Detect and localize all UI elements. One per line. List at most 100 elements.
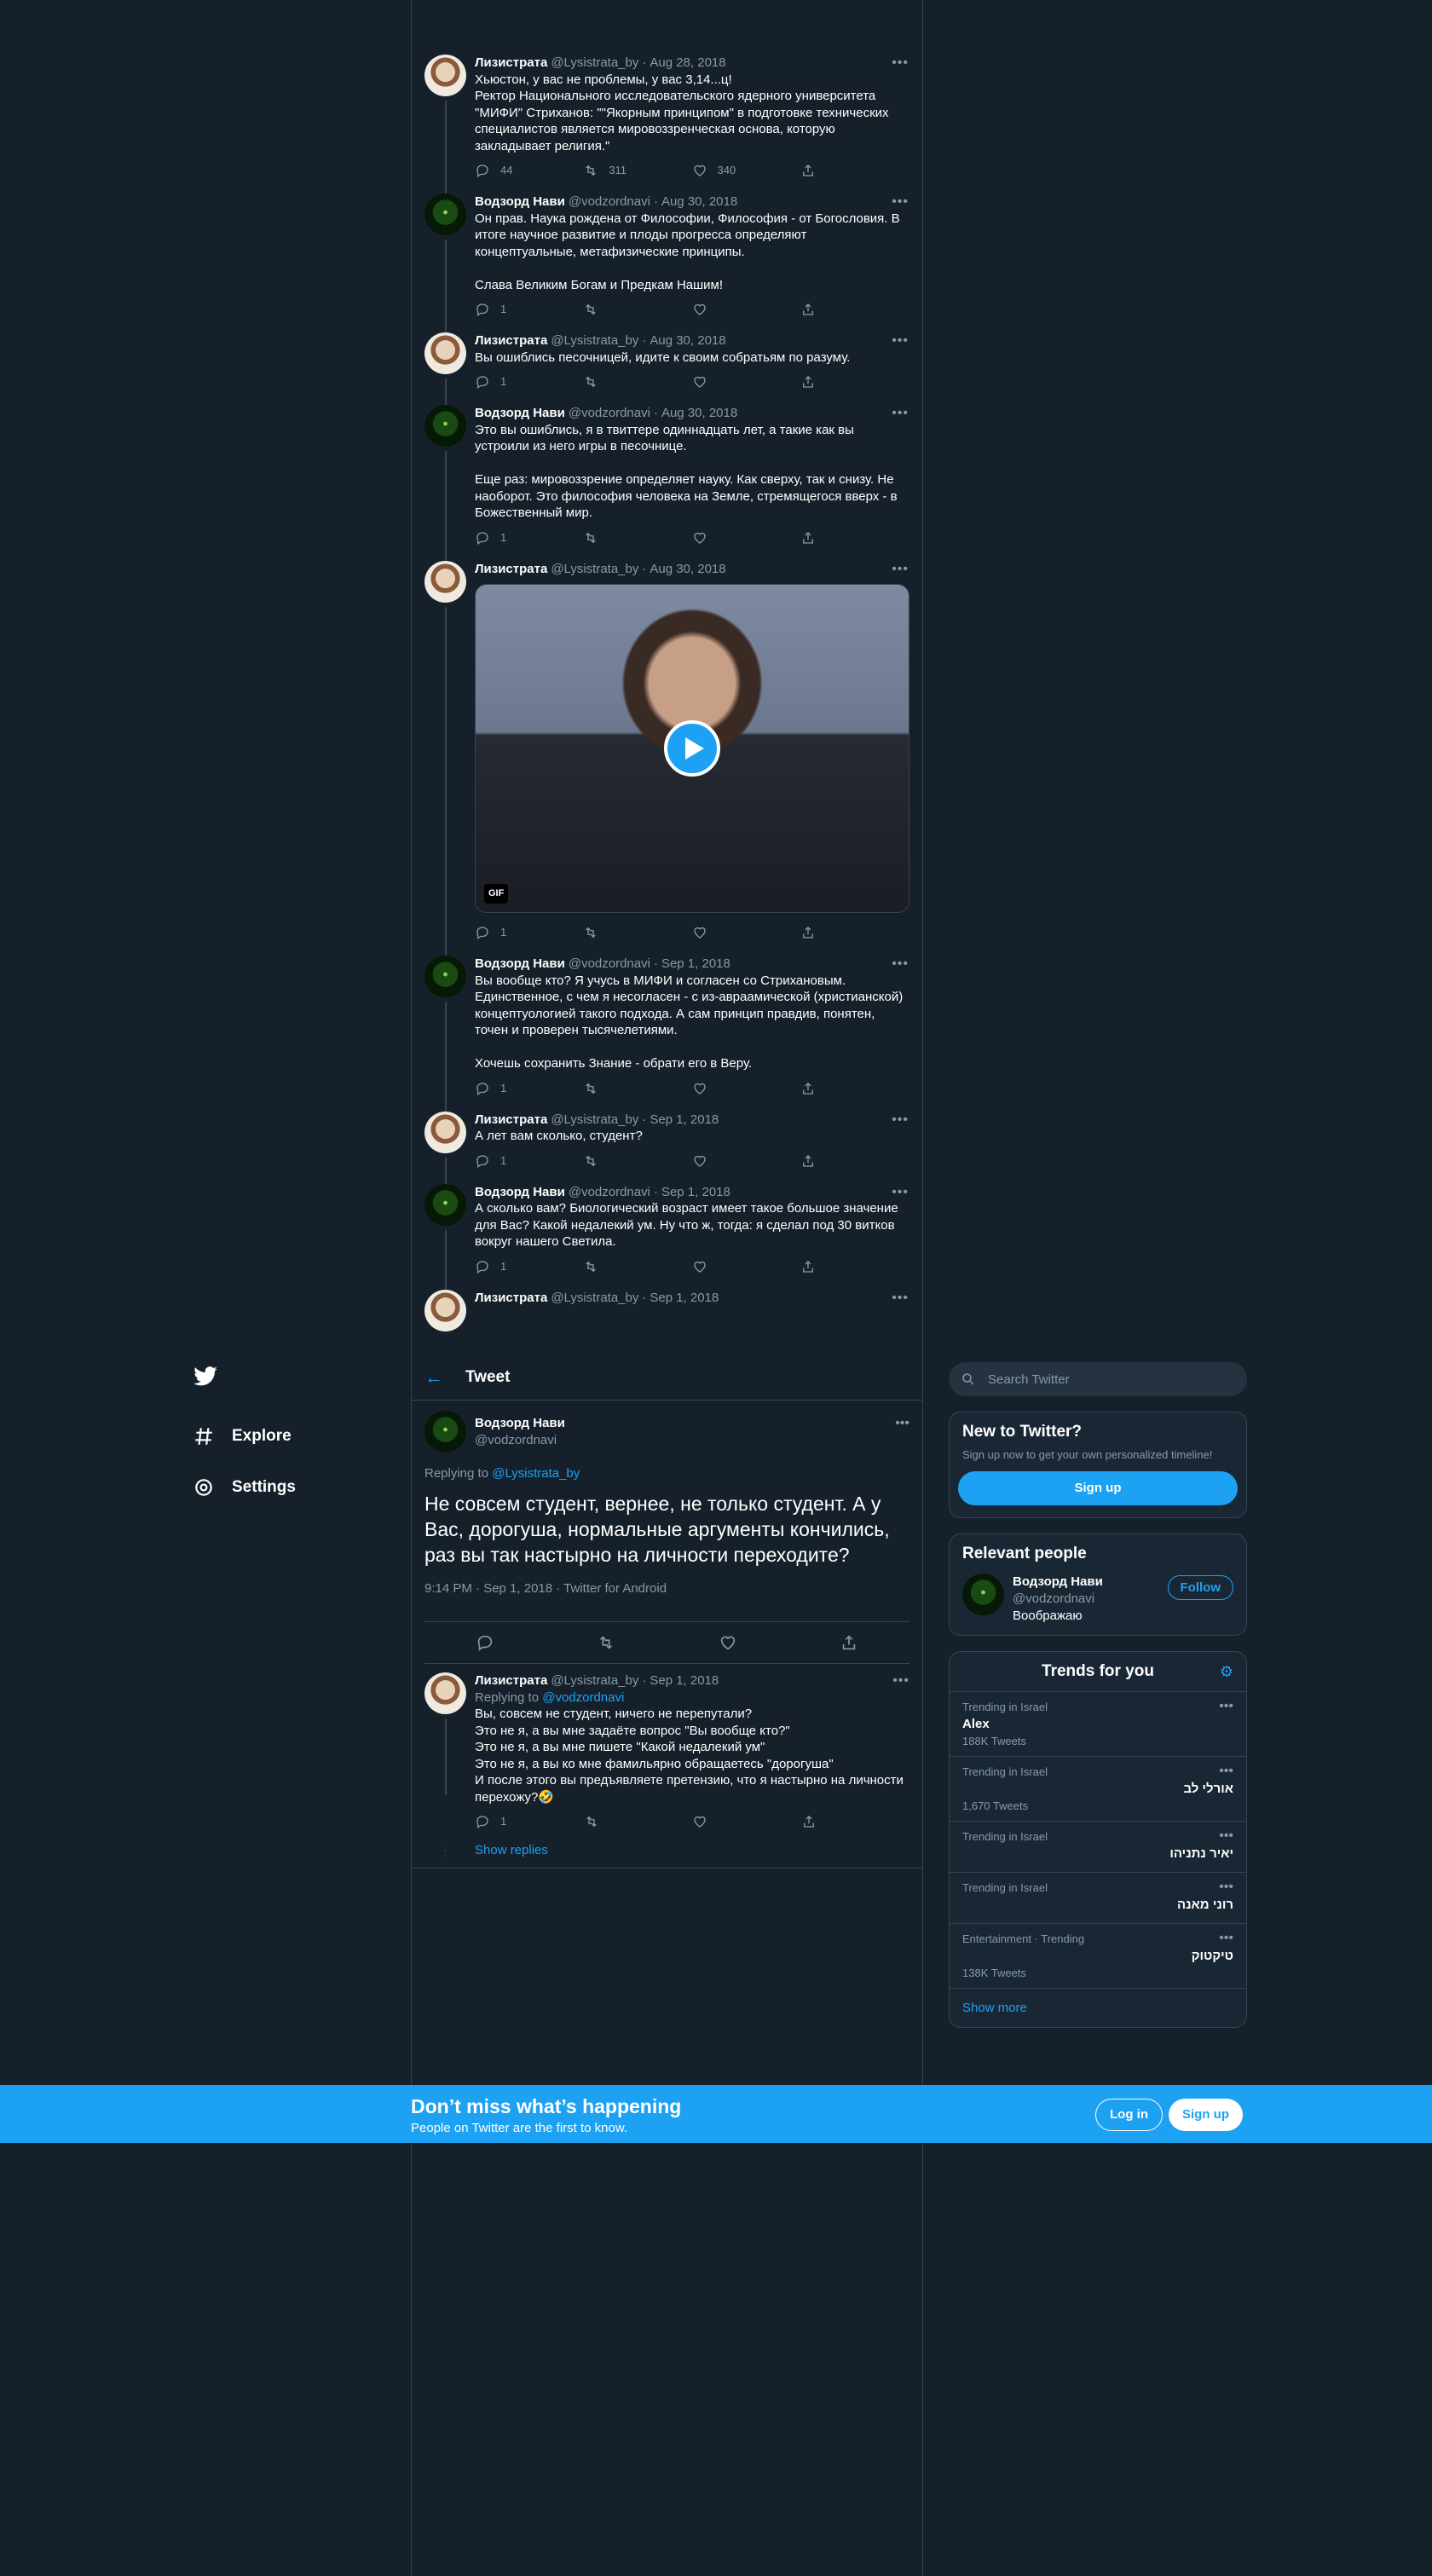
more-options-icon[interactable]: •••	[1219, 1880, 1233, 1895]
author-handle[interactable]: @Lysistrata_by	[551, 561, 638, 578]
avatar[interactable]	[962, 1574, 1004, 1615]
share-icon[interactable]	[840, 1633, 858, 1652]
author-handle[interactable]: @Lysistrata_by	[551, 332, 638, 349]
tweet-date[interactable]: Aug 30, 2018	[650, 561, 725, 578]
avatar[interactable]	[424, 1183, 466, 1226]
more-options-icon[interactable]: •••	[892, 561, 909, 578]
login-button[interactable]: Log in	[1095, 2099, 1163, 2131]
like-button[interactable]	[692, 925, 800, 940]
reply-button[interactable]: 1	[475, 924, 583, 941]
author-name[interactable]: Лизистрата	[475, 55, 547, 72]
show-replies-link[interactable]: · · · Show replies	[411, 1838, 923, 1868]
more-options-icon[interactable]: •••	[892, 193, 909, 211]
retweet-icon[interactable]	[597, 1633, 615, 1652]
retweet-button[interactable]	[583, 374, 691, 390]
trend-item[interactable]: Entertainment · Trending ••• טיקטוק 138K Tw…	[950, 1923, 1246, 1988]
avatar[interactable]	[424, 55, 466, 96]
follow-button[interactable]: Follow	[1167, 1575, 1233, 1600]
author-handle[interactable]: @Lysistrata_by	[551, 1672, 638, 1689]
reply-button[interactable]: 1	[475, 373, 583, 390]
share-button[interactable]	[800, 374, 909, 390]
more-options-icon[interactable]: •••	[1219, 1931, 1233, 1946]
more-options-icon[interactable]: •••	[892, 1184, 909, 1201]
like-button[interactable]: 340	[692, 162, 800, 179]
tweet-date[interactable]: Sep 1, 2018	[661, 956, 730, 973]
author-handle[interactable]: @vodzordnavi	[569, 1184, 650, 1201]
more-options-icon[interactable]: •••	[1219, 1828, 1233, 1844]
reply-button[interactable]: 1	[475, 1080, 583, 1097]
tweet-date[interactable]: Aug 28, 2018	[650, 55, 725, 72]
back-arrow-icon[interactable]: ←	[424, 1366, 443, 1389]
more-options-icon[interactable]: •••	[892, 55, 909, 72]
share-button[interactable]	[800, 925, 909, 940]
like-button[interactable]	[692, 530, 800, 546]
reply-button[interactable]: 1	[475, 1258, 583, 1275]
avatar[interactable]	[424, 332, 466, 374]
retweet-button[interactable]	[583, 530, 691, 546]
retweet-button[interactable]	[583, 1259, 691, 1274]
share-button[interactable]	[800, 1081, 909, 1096]
thread-tweet[interactable]: Лизистрата @Lysistrata_by · Aug 28, 2018 •••…	[411, 48, 922, 193]
like-button[interactable]	[692, 1153, 800, 1169]
avatar[interactable]	[424, 956, 466, 997]
replying-to-link[interactable]: @Lysistrata_by	[492, 1466, 580, 1481]
reply-tweet[interactable]: Лизистрата @Lysistrata_by · Sep 1, 2018 ••• …	[411, 1664, 923, 1838]
retweet-button[interactable]	[584, 1814, 693, 1829]
author-handle[interactable]: @vodzordnavi	[569, 405, 650, 422]
share-button[interactable]	[800, 302, 909, 317]
author-name[interactable]: Лизистрата	[475, 332, 547, 349]
trend-item[interactable]: Trending in Israel ••• Alex 188K Tweets	[950, 1691, 1246, 1756]
more-options-icon[interactable]: •••	[892, 405, 909, 422]
gif-media[interactable]: GIF	[475, 584, 909, 913]
more-options-icon[interactable]: •••	[892, 1290, 909, 1307]
author-name[interactable]: Лизистрата	[475, 1672, 547, 1689]
author-handle[interactable]: @Lysistrata_by	[551, 1290, 638, 1307]
thread-tweet[interactable]: Лизистрата @Lysistrata_by · Sep 1, 2018 ••• А…	[411, 1105, 922, 1184]
share-button[interactable]	[800, 1259, 909, 1274]
like-button[interactable]	[692, 1081, 800, 1096]
trend-item[interactable]: Trending in Israel ••• יאיר נתניהו	[950, 1821, 1246, 1872]
tweet-date[interactable]: Sep 1, 2018	[650, 1112, 719, 1129]
avatar[interactable]	[424, 405, 466, 447]
person-name[interactable]: Водзорд Нави	[1013, 1574, 1103, 1591]
show-more-link[interactable]: Show more	[950, 1988, 1246, 2027]
nav-explore[interactable]: Explore	[193, 1411, 296, 1462]
author-name[interactable]: Водзорд Нави	[475, 1415, 565, 1432]
thread-tweet[interactable]: Водзорд Нави @vodzordnavi · Sep 1, 2018 ••• А…	[411, 1177, 922, 1290]
author-name[interactable]: Лизистрата	[475, 561, 547, 578]
avatar[interactable]	[424, 1672, 466, 1714]
trend-item[interactable]: Trending in Israel ••• רוני מאנה	[950, 1872, 1246, 1923]
thread-tweet[interactable]: Водзорд Нави @vodzordnavi · Aug 30, 2018 •••…	[411, 398, 922, 561]
more-options-icon[interactable]: •••	[1219, 1764, 1233, 1779]
thread-tweet[interactable]: Водзорд Нави @vodzordnavi · Aug 30, 2018 •••…	[411, 187, 922, 332]
avatar[interactable]	[424, 1111, 466, 1153]
avatar[interactable]	[424, 560, 466, 603]
thread-tweet[interactable]: Водзорд Нави @vodzordnavi · Sep 1, 2018 ••• В…	[411, 949, 922, 1112]
retweet-button[interactable]	[583, 302, 691, 317]
more-options-icon[interactable]: •••	[895, 1416, 909, 1431]
more-options-icon[interactable]: •••	[1219, 1699, 1233, 1714]
retweet-button[interactable]: 311	[583, 162, 691, 179]
nav-settings[interactable]: Settings	[193, 1462, 296, 1513]
author-handle[interactable]: @Lysistrata_by	[551, 1112, 638, 1129]
like-button[interactable]	[692, 374, 800, 390]
author-name[interactable]: Лизистрата	[475, 1290, 547, 1307]
signup-button[interactable]: Sign up	[958, 1471, 1238, 1505]
retweet-button[interactable]	[583, 925, 691, 940]
person-row[interactable]: Водзорд Нави @vodzordnavi Воображаю Foll…	[950, 1570, 1246, 1635]
reply-icon[interactable]	[476, 1633, 494, 1652]
reply-button[interactable]: 1	[475, 1152, 583, 1170]
like-button[interactable]	[692, 1259, 800, 1274]
author-handle[interactable]: @vodzordnavi	[569, 193, 650, 211]
reply-button[interactable]: 44	[475, 162, 583, 179]
more-options-icon[interactable]: •••	[892, 956, 909, 973]
tweet-date[interactable]: Sep 1, 2018	[650, 1290, 719, 1307]
banner-signup-button[interactable]: Sign up	[1169, 2099, 1243, 2131]
tweet-date[interactable]: Aug 30, 2018	[661, 193, 737, 211]
like-icon[interactable]	[719, 1633, 737, 1652]
tweet-date[interactable]: Aug 30, 2018	[661, 405, 737, 422]
share-button[interactable]	[800, 1153, 909, 1169]
retweet-button[interactable]	[583, 1081, 691, 1096]
person-handle[interactable]: @vodzordnavi	[1013, 1591, 1094, 1606]
reply-button[interactable]: 1	[475, 529, 583, 546]
